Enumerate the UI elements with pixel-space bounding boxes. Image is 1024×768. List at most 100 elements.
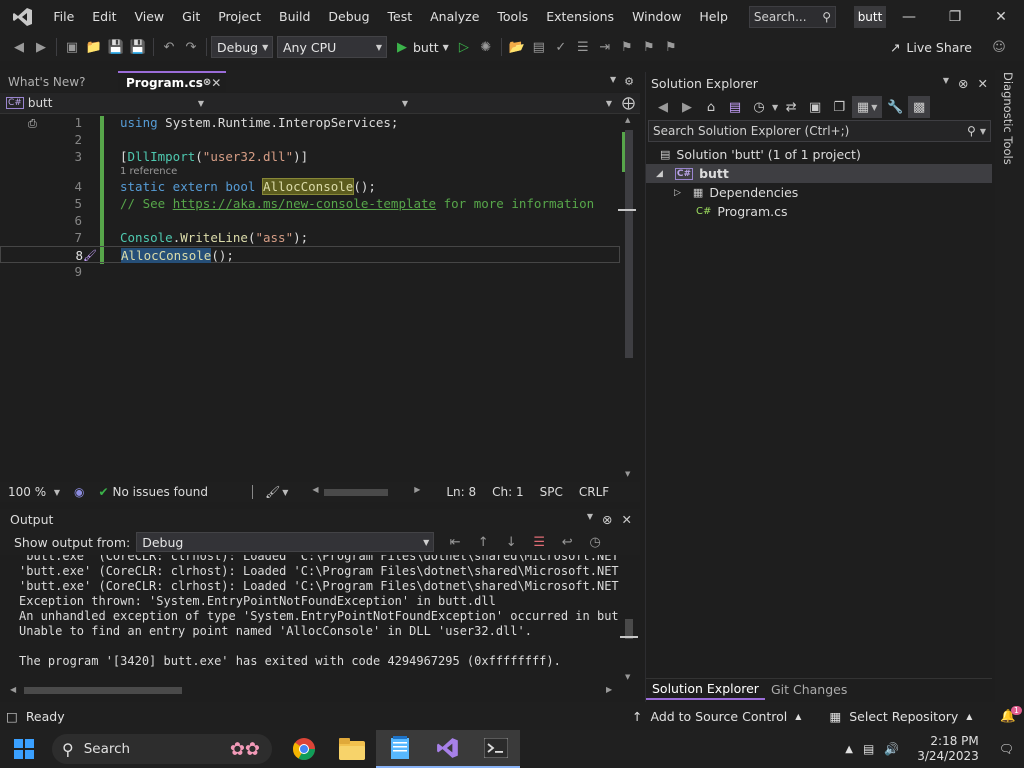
hot-reload-icon[interactable]: ✺: [475, 36, 497, 58]
forward-icon[interactable]: ▶: [676, 96, 698, 118]
close-tab-icon[interactable]: ✕: [211, 76, 221, 90]
editor-horizontal-scrollbar[interactable]: ◀ ▶: [312, 485, 420, 499]
redo-icon[interactable]: ↷: [180, 36, 202, 58]
project-dropdown[interactable]: C# butt ▼: [0, 94, 210, 113]
code-editor[interactable]: ⎙ 1 using System.Runtime.InteropServices…: [0, 114, 624, 482]
menu-window[interactable]: Window: [623, 0, 690, 33]
menu-git[interactable]: Git: [173, 0, 209, 33]
diagnostic-tools-tab[interactable]: Diagnostic Tools: [1001, 72, 1015, 165]
menu-view[interactable]: View: [125, 0, 173, 33]
network-icon[interactable]: ▤: [863, 742, 874, 756]
forward-icon[interactable]: ▶: [30, 36, 52, 58]
scroll-thumb[interactable]: [24, 687, 182, 694]
whitespace-indicator[interactable]: SPC: [532, 485, 571, 499]
restore-icon[interactable]: ❐: [932, 0, 978, 33]
timestamp-icon[interactable]: ◷: [584, 531, 606, 553]
split-editor-icon[interactable]: ⨁: [618, 96, 635, 111]
bookmark-prev-icon[interactable]: ⚑: [638, 36, 660, 58]
pin-icon[interactable]: ⊗: [203, 77, 211, 88]
scroll-up-icon[interactable]: ▲: [625, 116, 630, 124]
start-debugging-icon[interactable]: ▶: [391, 36, 413, 58]
diagnostic-tools-strip[interactable]: Diagnostic Tools: [995, 70, 1024, 702]
close-window-icon[interactable]: ✕: [978, 0, 1024, 33]
line-ending-indicator[interactable]: CRLF: [571, 485, 617, 499]
chevron-down-icon[interactable]: ▼: [282, 488, 288, 497]
notification-center-icon[interactable]: 🗨: [999, 742, 1014, 756]
pin-icon[interactable]: ⊗: [958, 76, 968, 91]
windows-start-icon[interactable]: [0, 730, 48, 768]
menu-tools[interactable]: Tools: [488, 0, 537, 33]
dependencies-node[interactable]: ▷ ▦ Dependencies: [674, 183, 798, 202]
column-indicator[interactable]: Ch: 1: [484, 485, 531, 499]
scroll-down-icon[interactable]: ▼: [625, 673, 630, 681]
menu-project[interactable]: Project: [209, 0, 270, 33]
live-share-button[interactable]: ↗ Live Share: [890, 40, 972, 55]
scroll-down-icon[interactable]: ▼: [625, 470, 630, 478]
find-message-icon[interactable]: ⇤: [444, 531, 466, 553]
scroll-right-icon[interactable]: ▶: [414, 485, 420, 494]
collapsed-arrow-icon[interactable]: ▷: [674, 188, 681, 198]
editor-vertical-scrollbar[interactable]: ▲ ▼: [618, 114, 636, 482]
prev-message-icon[interactable]: ↑: [472, 531, 494, 553]
tab-program-cs[interactable]: Program.cs ⊗ ✕: [118, 71, 226, 92]
new-project-icon[interactable]: ▣: [61, 36, 83, 58]
indent-icon[interactable]: ⇥: [594, 36, 616, 58]
scroll-left-icon[interactable]: ◀: [10, 685, 16, 694]
issues-indicator[interactable]: ✔ No issues found: [90, 485, 215, 499]
output-source-select[interactable]: Debug ▼: [136, 532, 435, 552]
notepad-icon[interactable]: [376, 730, 424, 768]
code-cleanup-brush-icon[interactable]: 🖌: [263, 485, 282, 499]
pin-icon[interactable]: ⊗: [602, 512, 612, 527]
menu-help[interactable]: Help: [690, 0, 737, 33]
window-options-icon[interactable]: ▼: [587, 512, 593, 527]
chevron-down-icon[interactable]: ▼: [772, 103, 778, 112]
folder-icon[interactable]: 📂: [506, 36, 528, 58]
quick-actions-brush-icon[interactable]: 🖌: [83, 247, 97, 264]
type-dropdown[interactable]: ▼: [210, 94, 414, 113]
chevron-up-icon[interactable]: ▲: [966, 712, 972, 721]
line-indicator[interactable]: Ln: 8: [438, 485, 484, 499]
preview-selected-icon[interactable]: ▦ ▼: [852, 96, 883, 118]
bookmark-next-icon[interactable]: ⚑: [660, 36, 682, 58]
word-wrap-icon[interactable]: ↩: [556, 531, 578, 553]
menu-edit[interactable]: Edit: [83, 0, 125, 33]
menu-build[interactable]: Build: [270, 0, 319, 33]
save-all-icon[interactable]: 💾: [127, 36, 149, 58]
chevron-up-icon[interactable]: ▲: [795, 712, 801, 721]
switch-views-icon[interactable]: ▤: [724, 96, 746, 118]
configuration-select[interactable]: Debug ▼: [211, 36, 273, 58]
member-dropdown[interactable]: ▼: [414, 94, 618, 113]
project-node[interactable]: ◢ C# butt: [646, 164, 992, 183]
copilot-icon[interactable]: ◉: [68, 485, 90, 499]
next-message-icon[interactable]: ↓: [500, 531, 522, 553]
taskbar-search-box[interactable]: ⚲ Search ✿✿: [52, 734, 272, 764]
run-target-label[interactable]: butt: [413, 40, 439, 55]
solution-node[interactable]: ▤ Solution 'butt' (1 of 1 project): [660, 145, 861, 164]
undo-icon[interactable]: ↶: [158, 36, 180, 58]
terminal-icon[interactable]: [472, 730, 520, 768]
settings-gear-icon[interactable]: ⚙: [624, 75, 634, 88]
add-source-control-button[interactable]: Add to Source Control: [650, 709, 787, 724]
volume-icon[interactable]: 🔊: [884, 742, 899, 756]
select-repository-button[interactable]: Select Repository: [849, 709, 958, 724]
clock[interactable]: 2:18 PM 3/24/2023: [917, 734, 979, 764]
global-search-box[interactable]: Search... ⚲: [748, 5, 837, 28]
tab-solution-explorer[interactable]: Solution Explorer: [646, 680, 765, 700]
layout-icon[interactable]: ▤: [528, 36, 550, 58]
output-horizontal-scrollbar[interactable]: ◀ ▶: [0, 685, 640, 697]
tab-git-changes[interactable]: Git Changes: [765, 682, 853, 697]
save-icon[interactable]: 💾: [105, 36, 127, 58]
chevron-down-icon[interactable]: ▼: [980, 127, 986, 136]
collapse-all-icon[interactable]: ▣: [804, 96, 826, 118]
tab-whats-new[interactable]: What's New?: [0, 71, 118, 92]
notifications-bell-icon[interactable]: 🔔 1: [1000, 706, 1022, 724]
code-lens-references[interactable]: 1 reference: [120, 166, 177, 177]
expanded-arrow-icon[interactable]: ◢: [656, 169, 663, 179]
preview-file-icon[interactable]: ▩: [908, 96, 931, 118]
properties-wrench-icon[interactable]: 🔧: [884, 96, 906, 118]
close-panel-icon[interactable]: ✕: [622, 512, 632, 527]
close-panel-icon[interactable]: ✕: [978, 76, 988, 91]
solution-name-badge[interactable]: butt: [854, 5, 886, 28]
menu-file[interactable]: File: [44, 0, 83, 33]
template-link[interactable]: https://aka.ms/new-console-template: [173, 196, 436, 211]
